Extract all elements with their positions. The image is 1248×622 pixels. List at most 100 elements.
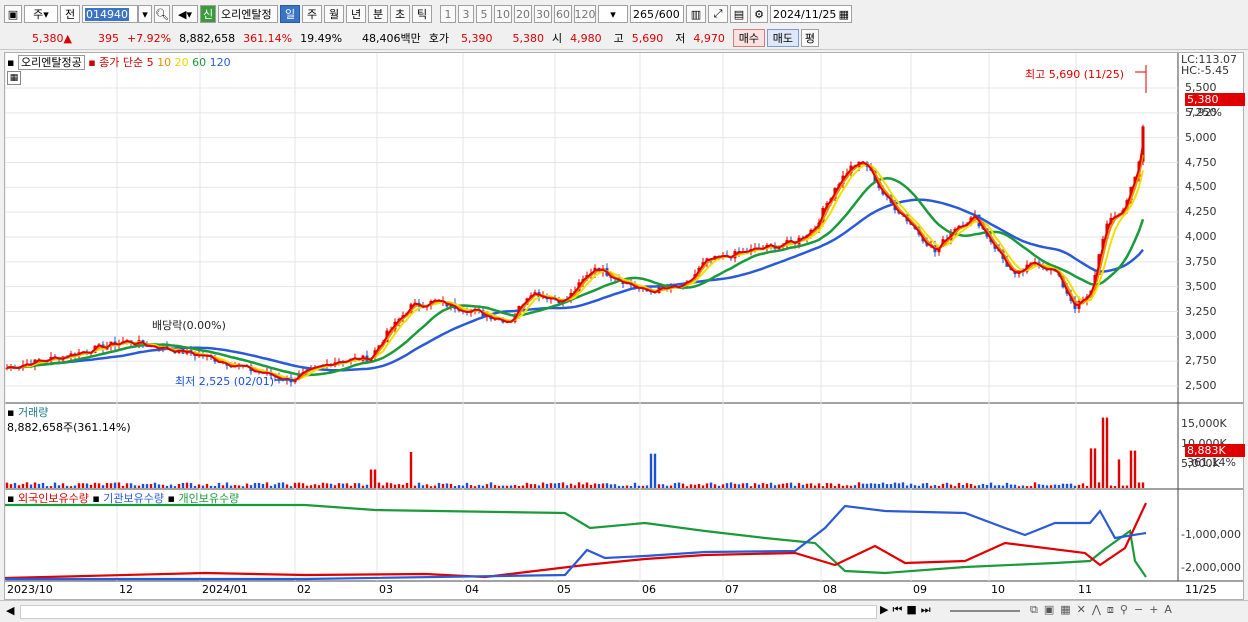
cross-icon[interactable]: ✕: [1077, 603, 1086, 617]
scrollbar-track[interactable]: [20, 605, 877, 619]
font-icon[interactable]: A: [1164, 603, 1172, 617]
gear-icon[interactable]: ⚙: [750, 5, 768, 23]
type-select[interactable]: 주 ▾: [24, 5, 58, 23]
layout-icon[interactable]: ▣: [1044, 603, 1054, 617]
sell-button[interactable]: 매도: [766, 29, 799, 47]
volume-bar: [33, 482, 37, 488]
eval-button[interactable]: 평: [800, 29, 819, 47]
hoga-label: 호가: [428, 32, 450, 45]
chart-area[interactable]: ▪ 오리엔탈정공 ▪ 종가 단순 5 10 20 60 120 ▦ LC:113…: [4, 52, 1245, 600]
volume-bar: [261, 484, 265, 488]
volume-bar: [313, 484, 317, 488]
volume-bar: [205, 483, 209, 488]
fast-forward-icon[interactable]: ⏭: [921, 603, 931, 617]
interval-tab-60[interactable]: 60: [554, 5, 572, 23]
search-icon[interactable]: ⚲: [1120, 603, 1128, 617]
zoom-out-icon[interactable]: −: [1134, 603, 1143, 617]
crop-icon[interactable]: ⧈: [1107, 603, 1114, 617]
volume-bar: [521, 485, 525, 488]
legend-individual: 개인보유수량: [178, 492, 240, 505]
x-axis-label: 2024/01: [202, 583, 248, 596]
volume-bar: [773, 485, 777, 488]
code-dropdown-icon[interactable]: ▾: [138, 5, 152, 23]
volume-bar: [93, 482, 97, 488]
interval-tab-10[interactable]: 10: [494, 5, 512, 23]
period-tab-4[interactable]: 분: [368, 5, 388, 23]
volume-bar: [61, 483, 65, 488]
zoom-in-icon[interactable]: +: [1149, 603, 1158, 617]
volume-bar: [941, 483, 945, 488]
volume-bar: [533, 484, 537, 488]
volume-bar: [989, 482, 993, 488]
window-icon[interactable]: ▣: [4, 5, 22, 23]
volume-bar: [1017, 486, 1021, 488]
volume-bar: [125, 483, 129, 488]
interval-tab-20[interactable]: 20: [514, 5, 532, 23]
period-tab-6[interactable]: 틱: [412, 5, 432, 23]
period-tab-2[interactable]: 월: [324, 5, 344, 23]
period-tab-1[interactable]: 주: [302, 5, 322, 23]
indicator-icon[interactable]: ▥: [686, 5, 706, 23]
volume-bar: [169, 484, 173, 488]
period-tab-3[interactable]: 년: [346, 5, 366, 23]
speaker-icon[interactable]: ◀▾: [172, 5, 198, 23]
prefix-select[interactable]: 전: [60, 5, 80, 23]
volume-bar: [701, 485, 705, 488]
volume-bar: [1001, 485, 1005, 488]
grid-icon[interactable]: ▦: [1060, 603, 1070, 617]
volume-bar: [257, 483, 261, 488]
interval-tabs: 1 3 5 10 20 30 60 120: [440, 5, 598, 23]
volume-bar: [149, 484, 153, 488]
volume-bar: [1009, 484, 1013, 488]
calculator-icon[interactable]: ▦: [7, 71, 21, 85]
interval-tab-1[interactable]: 1: [440, 5, 456, 23]
period-tab-0[interactable]: 일: [280, 5, 300, 23]
volume-bar: [1133, 450, 1137, 488]
volume-bar: [1113, 486, 1117, 488]
volume-bar: [1033, 482, 1037, 488]
period-tabs: 일주월년분초틱: [280, 5, 434, 23]
volume-bar: [229, 485, 233, 488]
rewind-icon[interactable]: ⏮: [892, 603, 902, 617]
legend-stock-name[interactable]: 오리엔탈정공: [17, 55, 85, 70]
save-icon[interactable]: ▤: [730, 5, 748, 23]
volume-bar: [529, 484, 533, 488]
copy-icon[interactable]: ⧉: [1030, 603, 1038, 617]
period-tab-5[interactable]: 초: [390, 5, 410, 23]
volume-bar: [857, 482, 861, 488]
interval-tab-30[interactable]: 30: [534, 5, 552, 23]
volume-bar: [409, 451, 413, 488]
last-price-tag: 5,380: [1185, 93, 1245, 106]
volume-bar: [113, 482, 117, 488]
volume-bar: [993, 485, 997, 488]
low-label: 저: [675, 32, 686, 45]
volume-bar: [137, 485, 141, 488]
code-input[interactable]: 014940: [82, 5, 138, 23]
volume-bar: [861, 483, 865, 488]
volume-bar: [677, 482, 681, 488]
volume-bar: [1125, 485, 1129, 488]
price-tick: 4,250: [1185, 205, 1217, 219]
current-price: 5,380▲: [32, 32, 72, 45]
line-tool-icon[interactable]: ⤢: [708, 5, 728, 23]
drawing-icon[interactable]: ⋀: [1092, 603, 1101, 617]
zoom-slider[interactable]: [950, 610, 1020, 612]
volume-bar: [1045, 485, 1049, 488]
play-icon[interactable]: ▶: [880, 603, 888, 617]
volume-bar: [881, 482, 885, 488]
volume-bar: [333, 485, 337, 488]
interval-select[interactable]: ▾: [598, 5, 628, 23]
count-field[interactable]: 265/600: [630, 5, 684, 23]
interval-tab-5[interactable]: 5: [476, 5, 492, 23]
interval-tab-3[interactable]: 3: [458, 5, 474, 23]
stock-name[interactable]: 오리엔탈정: [218, 5, 278, 23]
volume-bar: [625, 485, 629, 488]
interval-tab-120[interactable]: 120: [574, 5, 596, 23]
volume-bar: [721, 484, 725, 488]
buy-button[interactable]: 매수: [732, 29, 765, 47]
scroll-left-icon[interactable]: ◀: [6, 604, 14, 617]
volume-bar: [565, 485, 569, 488]
date-field[interactable]: 2024/11/25 ▦: [770, 5, 852, 23]
stop-icon[interactable]: ■: [906, 603, 916, 617]
search-icon[interactable]: 🔍︎: [154, 5, 170, 23]
